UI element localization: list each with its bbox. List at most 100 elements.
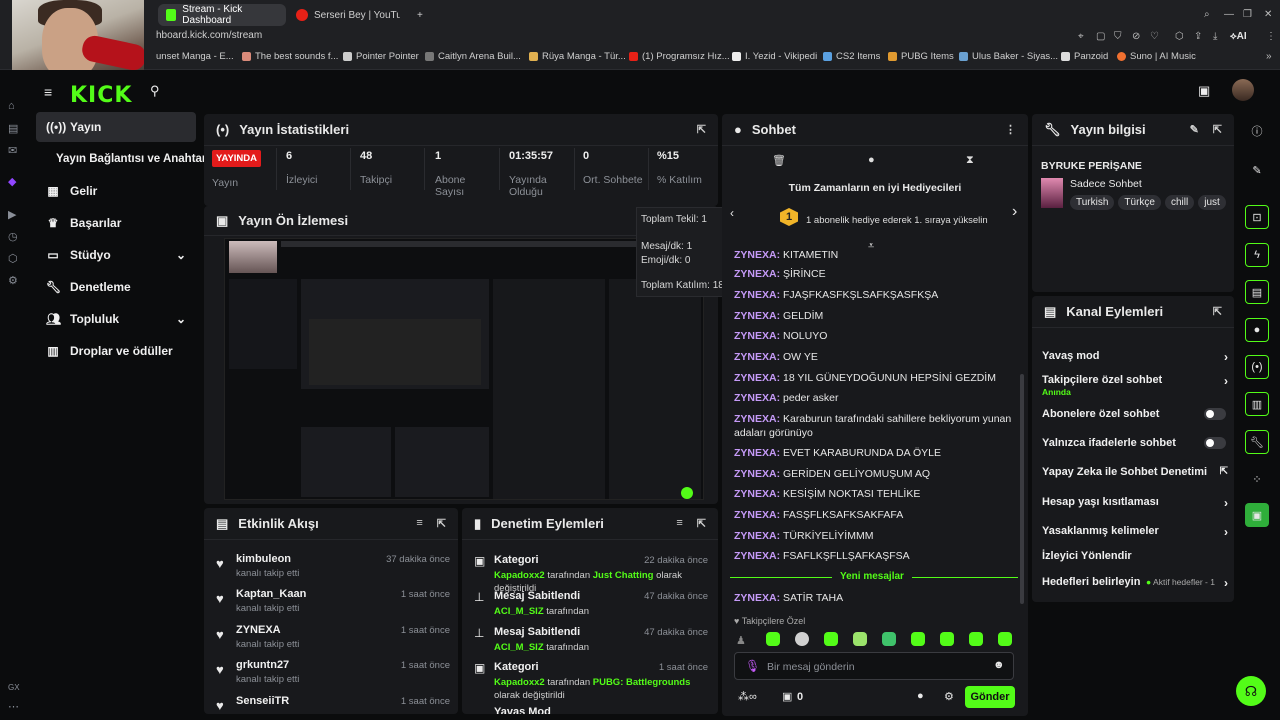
bookmark[interactable]: Caitlyn Arena Buil... xyxy=(425,51,521,62)
capture-icon[interactable]: ⊡ xyxy=(1245,205,1269,229)
chat-username[interactable]: ZYNEXA xyxy=(734,330,777,342)
slow-mode-row[interactable]: Yavaş mod › xyxy=(1042,350,1228,364)
heart-icon[interactable]: ♡ xyxy=(1150,31,1159,42)
mod-user[interactable]: ACI_M_SIZ xyxy=(494,642,544,653)
rail-settings-icon[interactable]: ⚙ xyxy=(8,274,18,287)
emote-icon[interactable] xyxy=(911,632,925,646)
download-icon[interactable]: ⤓ xyxy=(1213,31,1217,42)
chat-username[interactable]: ZYNEXA xyxy=(734,468,777,480)
chat-username[interactable]: ZYNEXA xyxy=(734,392,777,404)
studio-icon[interactable]: ▣ xyxy=(1198,83,1210,99)
vpn-icon[interactable]: ⊘ xyxy=(1132,31,1140,42)
chat-username[interactable]: ZYNEXA xyxy=(734,530,777,542)
bookmark[interactable]: Rüya Manga - Tür... xyxy=(529,51,626,62)
chat-username[interactable]: ZYNEXA xyxy=(734,447,777,459)
ai-moderation-row[interactable]: Yapay Zeka ile Sohbet Denetimi ⇱ xyxy=(1042,466,1228,480)
rail-player-icon[interactable]: ▶ xyxy=(8,208,16,221)
rail-twitch-icon[interactable]: ◆ xyxy=(8,175,16,188)
broadcast-icon[interactable]: (•) xyxy=(1245,355,1269,379)
emote-only-toggle[interactable] xyxy=(1204,437,1226,449)
tag[interactable]: Türkçe xyxy=(1118,195,1161,210)
emote-icon[interactable] xyxy=(940,632,954,646)
new-messages-label[interactable]: Yeni mesajlar xyxy=(832,571,912,582)
popout-icon[interactable]: ⇱ xyxy=(437,517,446,530)
hamburger-menu-icon[interactable]: ≡ xyxy=(44,84,52,100)
sidebar-item-denetleme[interactable]: 🔧︎ Denetleme xyxy=(36,272,196,302)
wrench-icon[interactable]: 🔧︎ xyxy=(1245,430,1269,454)
activity-user[interactable]: grkuntn27 xyxy=(236,659,289,671)
pin-sidebar-icon[interactable]: ⚲ xyxy=(150,83,160,99)
ai-button[interactable]: ⟡AI xyxy=(1230,31,1247,42)
bookmark[interactable]: PUBG Items xyxy=(888,51,954,62)
activity-user[interactable]: Kaptan_Kaan xyxy=(236,588,306,600)
account-age-row[interactable]: Hesap yaşı kısıtlaması › xyxy=(1042,496,1228,510)
avatar[interactable] xyxy=(1232,79,1254,101)
bookmarks-more-icon[interactable]: » xyxy=(1266,51,1272,62)
tag[interactable]: chill xyxy=(1164,195,1195,210)
chat-username[interactable]: ZYNEXA xyxy=(734,289,777,301)
rail-news-icon[interactable]: ▤ xyxy=(8,122,18,135)
rail-home-icon[interactable]: ⌂ xyxy=(8,100,15,112)
chat-username[interactable]: ZYNEXA xyxy=(734,592,777,604)
chat-icon[interactable]: ● xyxy=(1245,318,1269,342)
edit-icon[interactable]: ✎ xyxy=(1245,158,1269,182)
chat-username[interactable]: ZYNEXA xyxy=(734,249,777,258)
tab-kick-dashboard[interactable]: Stream - Kick Dashboard xyxy=(158,4,286,26)
document-icon[interactable]: ▤ xyxy=(1245,280,1269,304)
infinity-icon[interactable]: ⁂∞ xyxy=(738,690,757,703)
chat-username[interactable]: ZYNEXA xyxy=(734,268,777,280)
search-icon[interactable]: ⌕ xyxy=(1204,9,1210,20)
chat-scrollbar[interactable] xyxy=(1020,374,1024,604)
maximize-icon[interactable]: ❐ xyxy=(1243,9,1252,20)
chevron-left-icon[interactable]: ‹ xyxy=(730,206,734,220)
mic-icon[interactable]: 🎙︎ xyxy=(745,659,760,673)
sidebar-item-gelir[interactable]: ▦ Gelir xyxy=(36,176,196,206)
mod-user[interactable]: Kapadoxx2 xyxy=(494,570,545,581)
chat-bubble-icon[interactable]: ● xyxy=(917,690,924,702)
rail-extensions-icon[interactable]: ⬡ xyxy=(8,252,18,265)
bookmark[interactable]: unset Manga - E... xyxy=(156,51,234,62)
subscribers-only-toggle[interactable] xyxy=(1204,408,1226,420)
chat-username[interactable]: ZYNEXA xyxy=(734,413,777,425)
apps-icon[interactable]: ⁘ xyxy=(1245,467,1269,491)
chat-username[interactable]: ZYNEXA xyxy=(734,488,777,500)
tab-youtube[interactable]: Serseri Bey | YouTube xyxy=(288,4,408,26)
popout-icon[interactable]: ⇱ xyxy=(1213,123,1222,136)
gear-icon[interactable]: ⚙ xyxy=(944,690,954,703)
sidebar-item-topluluk[interactable]: 👥︎ Topluluk ⌄ xyxy=(36,304,196,334)
rail-more-icon[interactable]: ⋯ xyxy=(8,700,19,713)
goals-row[interactable]: Hedefleri belirleyin ● Aktif hedefler - 1… xyxy=(1042,576,1228,590)
tag[interactable]: Turkish xyxy=(1070,195,1115,210)
emote-icon[interactable] xyxy=(853,632,867,646)
followers-only-row[interactable]: Takipçilere özel sohbet Anında › xyxy=(1042,374,1228,398)
rail-mail-icon[interactable]: ✉ xyxy=(8,144,17,157)
share-icon[interactable]: ⇪ xyxy=(1194,31,1202,42)
bookmark[interactable]: Panzoid xyxy=(1061,51,1108,62)
popout-icon[interactable]: ⇱ xyxy=(1213,305,1222,318)
emote-icon[interactable] xyxy=(882,632,896,646)
emote-icon[interactable] xyxy=(766,632,780,646)
banned-words-row[interactable]: Yasaklanmış kelimeler › xyxy=(1042,525,1228,539)
emote-icon[interactable] xyxy=(969,632,983,646)
info-icon[interactable]: ⓘ xyxy=(1245,119,1269,143)
support-icon[interactable]: ☊ xyxy=(1236,676,1266,706)
chat-input[interactable]: 🎙︎ Bir mesaj gönderin ☻ xyxy=(734,652,1014,680)
bookmark[interactable]: Ulus Baker - Siyas... xyxy=(959,51,1058,62)
close-icon[interactable]: ✕ xyxy=(1264,9,1272,20)
mod-user[interactable]: Kapadoxx2 xyxy=(494,677,545,688)
kick-logo[interactable]: KICK xyxy=(70,83,132,108)
screenshot-icon[interactable]: ▢ xyxy=(1096,31,1105,42)
filter-icon[interactable]: ≡ xyxy=(676,517,682,530)
bookmark[interactable]: The best sounds f... xyxy=(242,51,338,62)
sidebar-item-basarilar[interactable]: ♛ Başarılar xyxy=(36,208,196,238)
emote-icon[interactable]: ● xyxy=(868,154,875,166)
emoji-picker-icon[interactable]: ☻ xyxy=(993,659,1005,671)
chat-username[interactable]: ZYNEXA xyxy=(734,372,777,384)
chat-username[interactable]: ZYNEXA xyxy=(734,351,777,363)
sidebar-item-yayin[interactable]: ((•)) Yayın xyxy=(36,112,196,142)
popout-icon[interactable]: ⇱ xyxy=(697,123,706,136)
server-icon[interactable]: ▥ xyxy=(1245,392,1269,416)
bookmark[interactable]: Pointer Pointer xyxy=(343,51,419,62)
emote-icon[interactable] xyxy=(998,632,1012,646)
hourglass-icon[interactable]: ⧗ xyxy=(966,154,974,167)
